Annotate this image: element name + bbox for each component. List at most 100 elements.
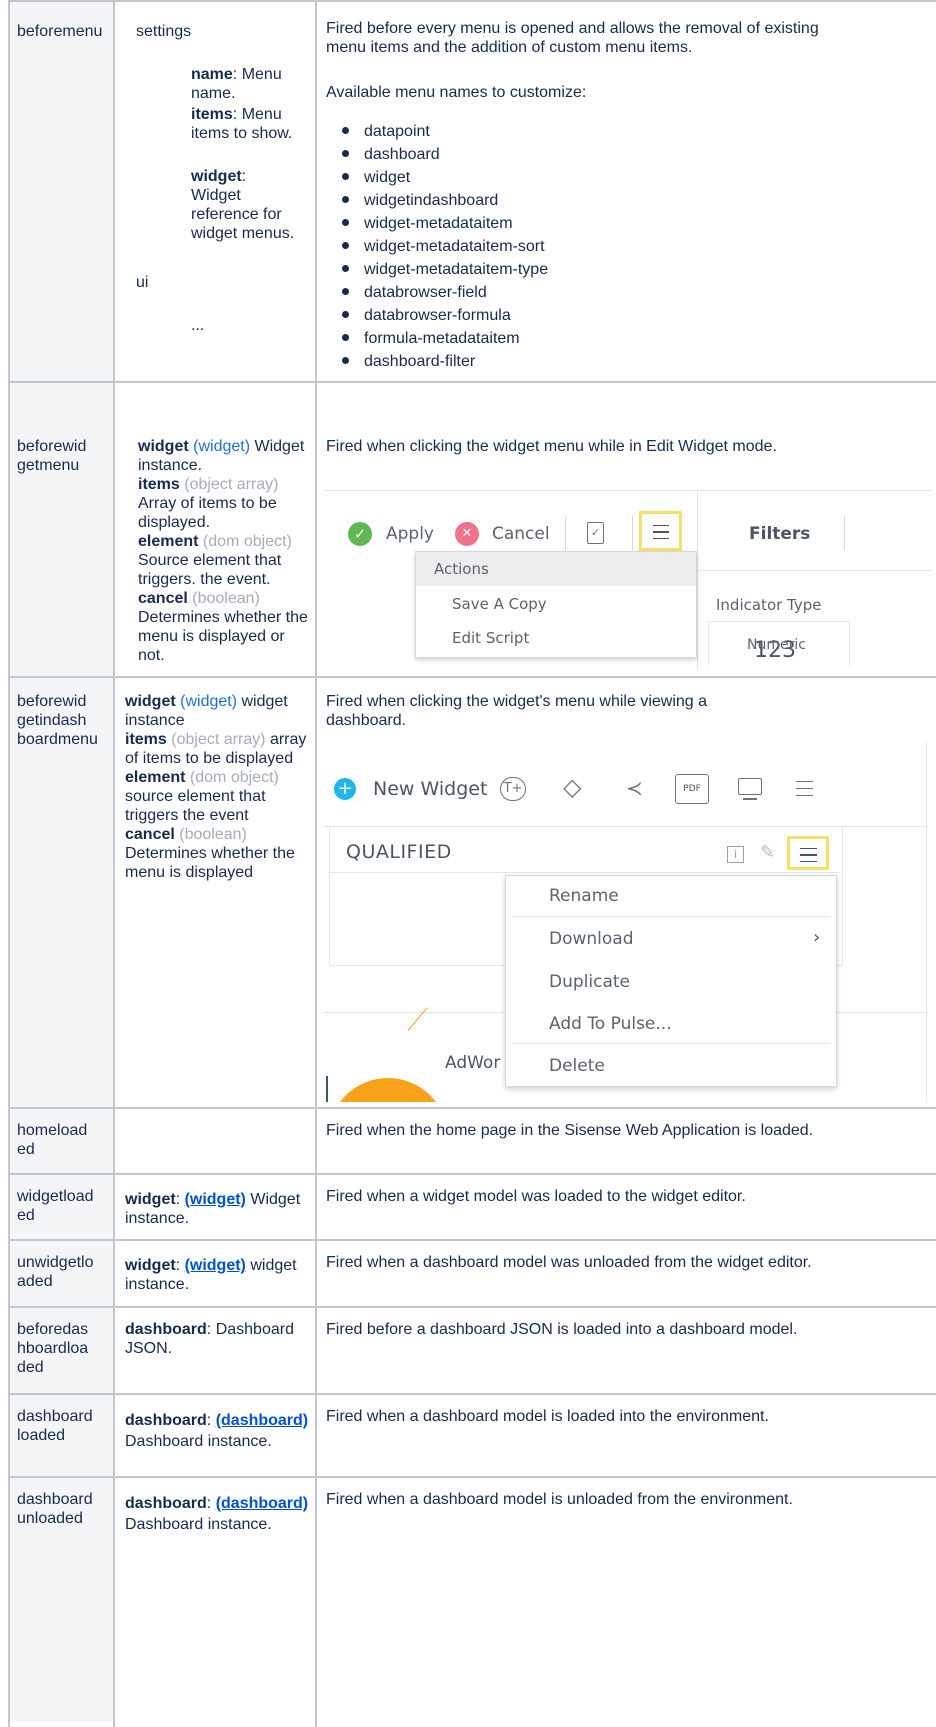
menu-item-delete[interactable]: Delete — [549, 1056, 605, 1076]
menu-item-rename[interactable]: Rename — [549, 886, 619, 906]
row-border — [8, 1476, 936, 1478]
widget-header-underline — [329, 872, 841, 873]
event-name-line: ed — [17, 1141, 35, 1158]
chevron-right-icon: › — [813, 927, 821, 948]
param-items-type: (object array) — [184, 476, 279, 493]
edit-pencil-icon[interactable]: ✎ — [760, 842, 775, 863]
actions-header: Actions — [434, 560, 489, 578]
menu-item-save-copy[interactable]: Save A Copy — [452, 595, 547, 613]
info-icon[interactable]: i — [727, 846, 744, 863]
toolbar-separator — [324, 490, 932, 491]
new-widget-plus-icon: + — [334, 778, 356, 800]
filters-panel-border — [697, 490, 698, 670]
event-name-line: homeload — [17, 1122, 88, 1139]
widget-link[interactable]: (widget) — [185, 1257, 246, 1274]
dashboard-link[interactable]: (dashboard) — [216, 1412, 308, 1429]
param-widget-type: (widget) — [193, 438, 251, 455]
row-border — [8, 676, 936, 678]
toolbar-divider — [565, 516, 566, 550]
menu-divider — [512, 916, 830, 917]
event-name: dashboard loaded — [17, 1407, 93, 1445]
column-border — [113, 0, 115, 1727]
param-element-desc: source element that triggers the event — [125, 788, 266, 824]
event-name-line: hboardloa — [17, 1340, 89, 1357]
indicator-type-label: Indicator Type — [716, 596, 822, 614]
param-list: widget (widget) Widget instance. items (… — [138, 437, 310, 665]
pdf-icon[interactable]: PDF — [675, 774, 709, 804]
param-cancel-type: (boolean) — [192, 590, 260, 607]
param-sep: : — [206, 1495, 216, 1512]
hamburger-icon — [800, 848, 817, 862]
widget-link[interactable]: (widget) — [185, 1191, 246, 1208]
menu-item-add-to-pulse[interactable]: Add To Pulse... — [549, 1014, 672, 1034]
param-list: widget (widget) widget instance items (o… — [125, 692, 310, 882]
event-description: Fired when a dashboard model is unloaded… — [326, 1491, 793, 1508]
chart-label: AdWor — [445, 1053, 501, 1073]
menu-item-download[interactable]: Download — [549, 929, 634, 949]
list-item: datapoint — [338, 120, 548, 143]
column-border — [315, 0, 317, 1727]
share-icon[interactable]: ≺ — [626, 776, 643, 800]
event-name-line: beforewid — [17, 693, 87, 710]
event-description: Fired when a widget model was loaded to … — [326, 1188, 746, 1205]
param-items-label: items — [138, 476, 180, 493]
param-items-label: items — [191, 106, 233, 123]
document-icon[interactable]: ✓ — [587, 522, 604, 544]
event-description: Fired when the home page in the Sisense … — [326, 1122, 814, 1139]
name-column-shade — [8, 2, 113, 1722]
param-sep: : — [206, 1412, 216, 1429]
param-element-desc: Source element that triggers. the event. — [138, 552, 282, 588]
param-dashboard-desc: Dashboard instance. — [125, 1433, 272, 1450]
dashboard-screenshot: + New Widget T+ ◇ ≺ PDF QUALIFIED i ✎ Ad… — [324, 742, 932, 1102]
event-name: beforewid getmenu — [17, 437, 86, 475]
event-description: Fired when clicking the widget's menu wh… — [326, 693, 708, 729]
event-description: Fired when clicking the widget menu whil… — [326, 438, 777, 455]
cancel-button[interactable]: Cancel — [492, 524, 550, 544]
list-item: widget-metadataitem — [338, 212, 548, 235]
event-description: Fired when a dashboard model was unloade… — [326, 1254, 812, 1271]
filters-tab[interactable]: Filters — [749, 524, 810, 544]
param-name-label: name — [191, 66, 233, 83]
event-description: Fired before a dashboard JSON is loaded … — [326, 1321, 798, 1338]
event-name-line: widgetload — [17, 1188, 94, 1205]
param-ellipsis: ... — [191, 317, 205, 334]
event-name: dashboard unloaded — [17, 1490, 93, 1528]
event-name-line: beforewid — [17, 438, 87, 455]
apply-button[interactable]: Apply — [386, 524, 434, 544]
actions-dropdown: Actions Save A Copy Edit Script — [415, 551, 697, 658]
pie-edge — [326, 1076, 328, 1102]
text-widget-icon[interactable]: T+ — [500, 777, 526, 801]
hamburger-menu-button[interactable] — [639, 511, 682, 551]
list-item: widget — [338, 166, 548, 189]
row-border — [8, 1393, 936, 1395]
param-sep: : — [175, 1191, 185, 1208]
list-item: dashboard-filter — [338, 350, 548, 373]
dashboard-hamburger-icon[interactable] — [796, 781, 813, 796]
list-item: databrowser-formula — [338, 304, 548, 327]
menu-item-duplicate[interactable]: Duplicate — [549, 972, 630, 992]
param-cancel-label: cancel — [125, 826, 175, 843]
list-item: widget-metadataitem-type — [338, 258, 548, 281]
event-name-line: unwidgetlo — [17, 1254, 94, 1271]
param-cancel-type: (boolean) — [179, 826, 247, 843]
event-name: beforedas hboardloa ded — [17, 1320, 88, 1377]
param-settings: settings — [136, 23, 192, 40]
widget-menu-button[interactable] — [787, 836, 829, 870]
paint-bucket-icon[interactable]: ◇ — [563, 773, 581, 801]
monitor-icon[interactable] — [738, 778, 762, 795]
param-list: dashboard: (dashboard) Dashboard instanc… — [125, 1493, 310, 1535]
new-widget-button[interactable]: New Widget — [373, 778, 487, 800]
hamburger-icon — [653, 525, 669, 539]
apply-check-icon: ✓ — [348, 522, 372, 546]
numeric-caption: Numeric — [747, 637, 806, 653]
param-list: widget: (widget) widget instance. — [125, 1256, 310, 1294]
row-border — [8, 1107, 936, 1109]
menu-item-edit-script[interactable]: Edit Script — [452, 629, 529, 647]
param-widget-label: widget — [125, 1257, 176, 1274]
monitor-stand — [743, 798, 757, 800]
param-list: dashboard: Dashboard JSON. — [125, 1320, 310, 1358]
dashboard-link[interactable]: (dashboard) — [216, 1495, 308, 1512]
row-border — [8, 0, 936, 2]
filters-tab-divider — [844, 516, 845, 550]
event-description: Fired when a dashboard model is loaded i… — [326, 1408, 769, 1425]
